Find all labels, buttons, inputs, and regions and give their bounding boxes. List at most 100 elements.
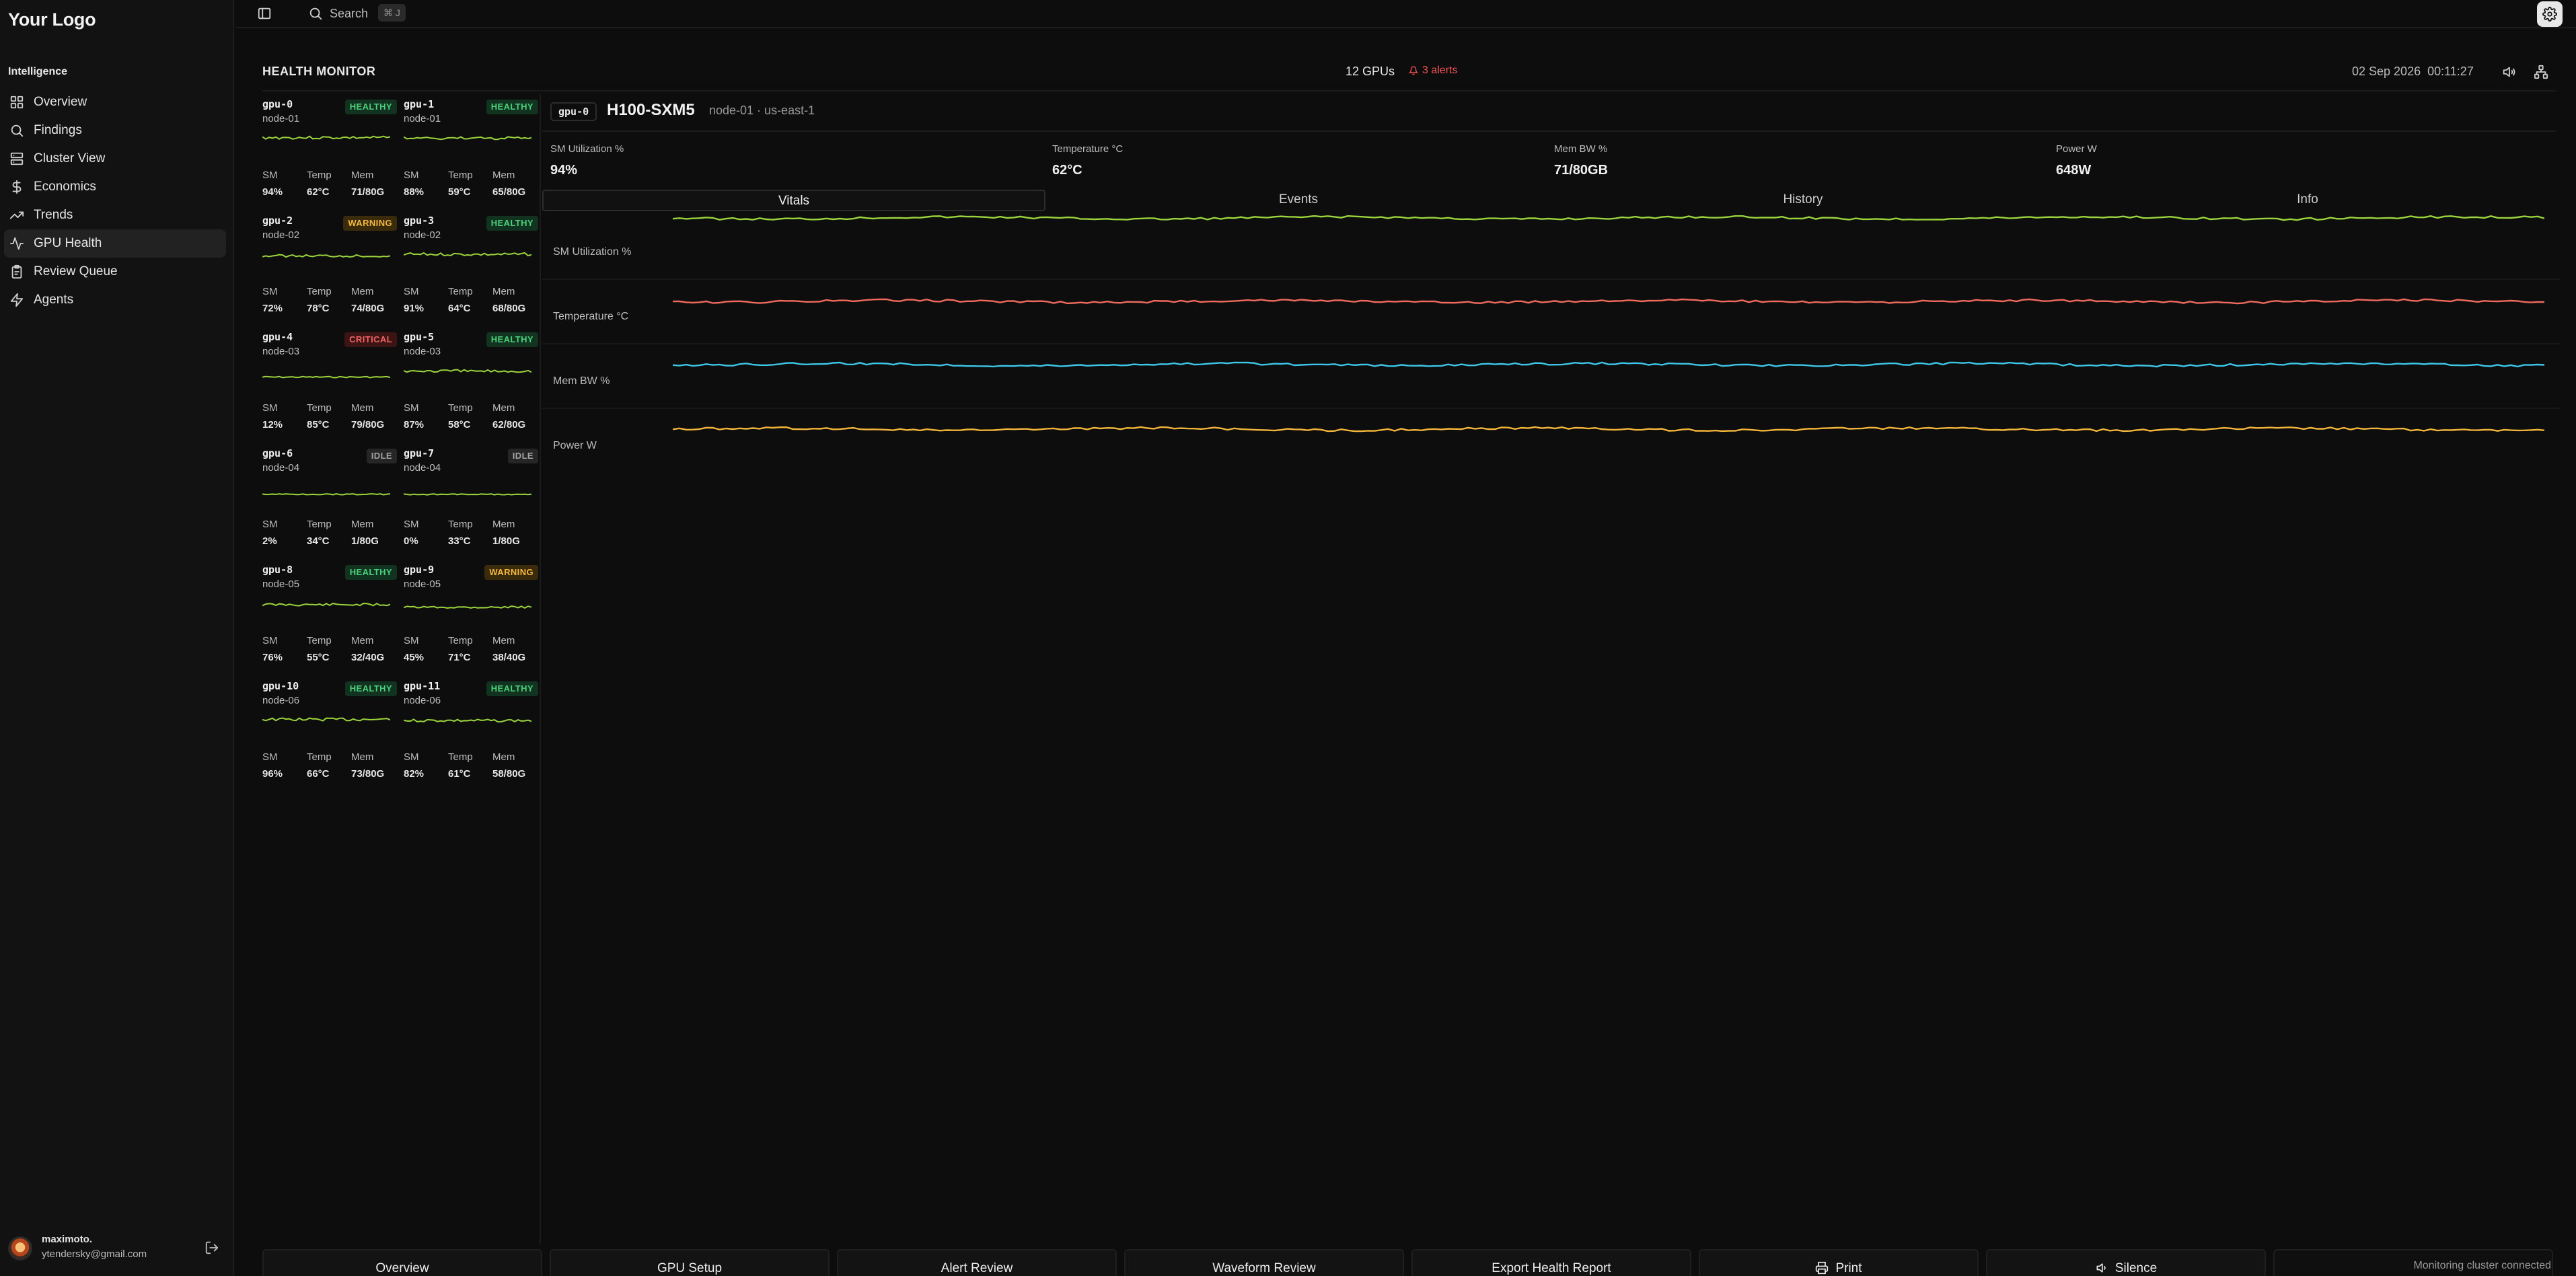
metric-label-sm: SM [404,170,419,181]
status-badge: HEALTHY [344,565,397,580]
sparkline-path [262,254,390,258]
gpu-id: gpu-3 [404,215,435,227]
sparkline-path [262,135,390,140]
gpu-node: node-03 [404,346,441,357]
tab-vitals[interactable]: Vitals [542,190,1045,211]
status-badge: HEALTHY [486,681,538,696]
gpu-card[interactable]: gpu-1 node-01 HEALTHY SM Temp Mem 88% 59°C 65/80… [404,94,538,211]
metric-label-sm: SM [262,519,278,530]
gpu-card[interactable]: gpu-4 node-03 CRITICAL SM Temp Mem 12% 85°C 79/8… [262,327,397,443]
alert-review-button[interactable]: Alert Review [837,1249,1117,1276]
user-profile[interactable]: maximoto. ytendersky@gmail.com [8,1231,223,1263]
silence-button[interactable]: Silence [1986,1249,2266,1276]
gpu-node: node-05 [262,578,300,590]
export-health-report-button[interactable]: Export Health Report [1411,1249,1691,1276]
metric-value-mem: 65/80G [492,186,526,198]
status-badge: HEALTHY [344,681,397,696]
metric-value-mem: 79/80G [351,419,385,430]
metric-value-temp: 78°C [307,303,330,314]
metric-value-sm: 45% [404,652,425,663]
logout-icon[interactable] [205,1240,219,1255]
status-badge: HEALTHY [486,216,538,231]
sidebar-item-label: Findings [34,123,82,137]
search-icon[interactable] [308,6,323,21]
waveform-review-button[interactable]: Waveform Review [1124,1249,1404,1276]
vital-label-sm: SM Utilization % [553,246,632,258]
metric-value-temp: 64°C [448,303,471,314]
gpu-card[interactable]: gpu-8 node-05 HEALTHY SM Temp Mem 76% 55°C 32/40… [262,560,397,676]
page-title: HEALTH MONITOR [262,65,376,78]
app-logo[interactable]: Your Logo [8,9,96,30]
metric-value-sm: 96% [262,768,283,780]
gpu-card[interactable]: gpu-6 node-04 IDLE SM Temp Mem 2% 34°C 1/80G [262,443,397,560]
overview-button[interactable]: Overview [262,1249,542,1276]
tab-history[interactable]: History [1551,190,2055,211]
metric-label-sm: SM [262,751,278,763]
bell-icon [1409,66,1418,75]
vitals-chart: SM Utilization % Temperature °C Mem BW %… [542,215,2561,484]
metric-label-mem: Mem [351,519,374,530]
metric-value-sm: 88% [404,186,425,198]
gpu-card[interactable]: gpu-2 node-02 WARNING SM Temp Mem 72% 78°C 74/80… [262,211,397,327]
sidebar-item-gpu-health[interactable]: GPU Health [4,229,226,258]
network-icon[interactable] [2534,65,2548,79]
gpu-id: gpu-8 [262,564,293,576]
metric-label-temp: Temp [307,170,332,181]
gpu-sparkline [262,254,390,258]
gpu-row: gpu-8 node-05 HEALTHY SM Temp Mem 76% 55°C 32/40… [262,560,538,676]
metric-label-temp: Temp [307,519,332,530]
gpu-card[interactable]: gpu-0 node-01 HEALTHY SM Temp Mem 94% 62°C 71/80… [262,94,397,211]
search-input[interactable] [330,4,377,23]
sparkline-path [404,718,531,723]
gpu-sparkline [404,718,531,723]
gpu-id: gpu-2 [262,215,293,227]
metric-value-sm: 12% [262,419,283,430]
print-button[interactable]: Print [1699,1249,1979,1276]
settings-button[interactable] [2537,1,2563,27]
gpu-node: node-05 [404,578,441,590]
metric-value-sm: 2% [262,535,277,547]
metric-label-mem: Mem [351,635,374,646]
gpu-card[interactable]: gpu-7 node-04 IDLE SM Temp Mem 0% 33°C 1/80G [404,443,538,560]
sidebar-item-overview[interactable]: Overview [4,88,226,116]
button-label: Export Health Report [1492,1261,1611,1275]
gpu-card[interactable]: gpu-10 node-06 HEALTHY SM Temp Mem 96% 66°C 73/8… [262,676,397,792]
sidebar-item-trends[interactable]: Trends [4,201,226,229]
alerts-count: 3 alerts [1422,65,1458,76]
gpu-node: node-04 [404,462,441,474]
metric-value-temp: 62°C [307,186,330,198]
tab-events[interactable]: Events [1047,190,1550,211]
sidebar-item-cluster-view[interactable]: Cluster View [4,145,226,173]
detail-tabs: Vitals Events History Info [542,190,2561,211]
metric-label-temp: Temp [307,402,332,414]
sidebar-toggle-icon[interactable] [257,6,272,21]
metric-label-mem: Mem [492,635,515,646]
sidebar-item-findings[interactable]: Findings [4,116,226,145]
status-badge: HEALTHY [486,332,538,347]
metric-label-mem: Mem [492,402,515,414]
sidebar-item-review-queue[interactable]: Review Queue [4,258,226,286]
metric-value-sm: 91% [404,303,425,314]
tab-info[interactable]: Info [2056,190,2559,211]
gpu-sparkline [262,135,390,140]
gpu-setup-button[interactable]: GPU Setup [550,1249,830,1276]
status-badge: WARNING [343,216,397,231]
alerts-indicator[interactable]: 3 alerts [1409,65,1457,77]
gpu-card[interactable]: gpu-3 node-02 HEALTHY SM Temp Mem 91% 64°C 68/80… [404,211,538,327]
button-label: Alert Review [941,1261,1013,1275]
volume-icon[interactable] [2501,65,2516,79]
sidebar-item-agents[interactable]: Agents [4,286,226,314]
top-bar: ⌘ J [235,0,2576,28]
gpu-node: node-06 [262,695,300,706]
vital-line-1 [673,298,2544,305]
metric-label-sm: SM [404,635,419,646]
metric-value-sm: 76% [262,652,283,663]
gpu-card[interactable]: gpu-9 node-05 WARNING SM Temp Mem 45% 71°C 38/40… [404,560,538,676]
search-icon [11,124,24,137]
gpu-card[interactable]: gpu-5 node-03 HEALTHY SM Temp Mem 87% 58°C 62/80… [404,327,538,443]
metric-value-temp: 55°C [307,652,330,663]
sidebar-item-economics[interactable]: Economics [4,173,226,201]
avatar[interactable] [8,1236,32,1261]
stat-label: SM Utilization % [550,143,624,155]
gpu-card[interactable]: gpu-11 node-06 HEALTHY SM Temp Mem 82% 61°C 58/8… [404,676,538,792]
